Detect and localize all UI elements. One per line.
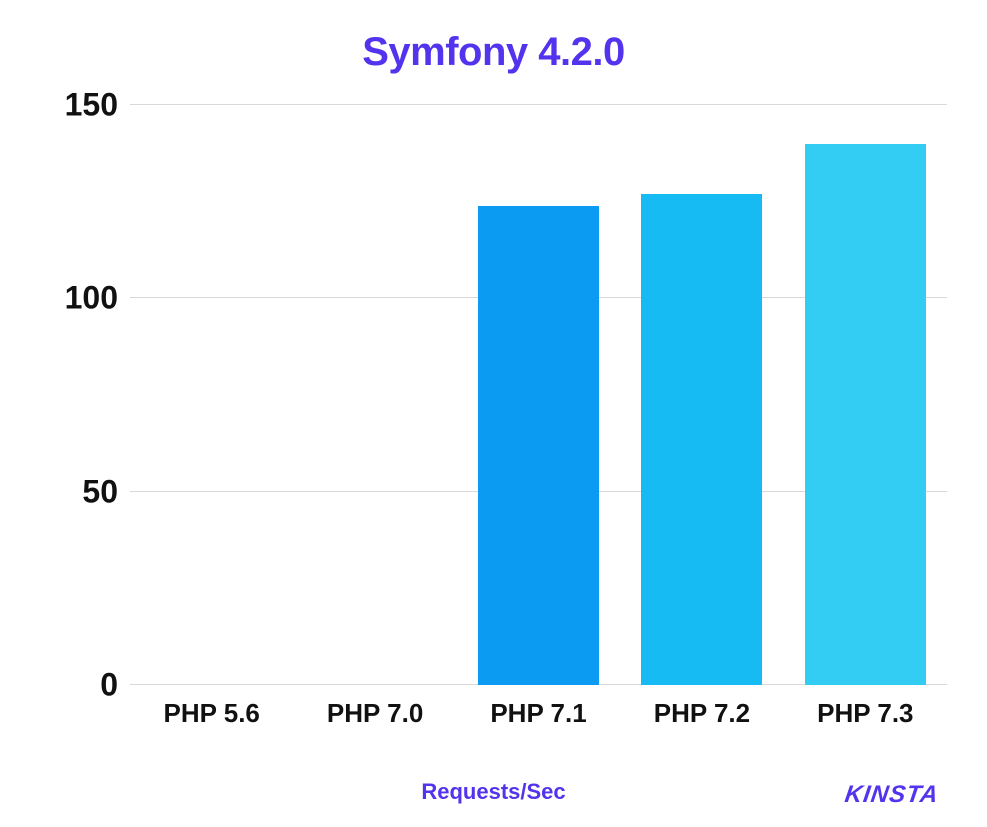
bar-slot bbox=[293, 105, 456, 685]
y-tick-label: 150 bbox=[65, 87, 118, 124]
chart-title: Symfony 4.2.0 bbox=[40, 30, 947, 75]
bar bbox=[641, 194, 762, 685]
bar bbox=[805, 144, 926, 685]
y-tick-label: 0 bbox=[100, 667, 118, 704]
bar-slot bbox=[130, 105, 293, 685]
brand-logo: KINSTA bbox=[843, 781, 940, 809]
x-tick-label: PHP 7.3 bbox=[784, 698, 947, 729]
bar-slot bbox=[620, 105, 783, 685]
bars-group bbox=[130, 105, 947, 685]
x-axis: PHP 5.6PHP 7.0PHP 7.1PHP 7.2PHP 7.3 bbox=[130, 698, 947, 729]
x-axis-label: Requests/Sec bbox=[0, 779, 987, 805]
x-tick-label: PHP 5.6 bbox=[130, 698, 293, 729]
y-tick-label: 100 bbox=[65, 280, 118, 317]
bar-slot bbox=[457, 105, 620, 685]
y-axis: 050100150 bbox=[40, 105, 130, 685]
x-tick-label: PHP 7.2 bbox=[620, 698, 783, 729]
plot-inner bbox=[130, 105, 947, 685]
plot-area: 050100150 PHP 5.6PHP 7.0PHP 7.1PHP 7.2PH… bbox=[40, 105, 947, 685]
bar-slot bbox=[784, 105, 947, 685]
chart-container: Symfony 4.2.0 050100150 PHP 5.6PHP 7.0PH… bbox=[0, 0, 987, 827]
x-tick-label: PHP 7.1 bbox=[457, 698, 620, 729]
y-tick-label: 50 bbox=[82, 473, 118, 510]
bar bbox=[478, 206, 599, 685]
x-tick-label: PHP 7.0 bbox=[293, 698, 456, 729]
